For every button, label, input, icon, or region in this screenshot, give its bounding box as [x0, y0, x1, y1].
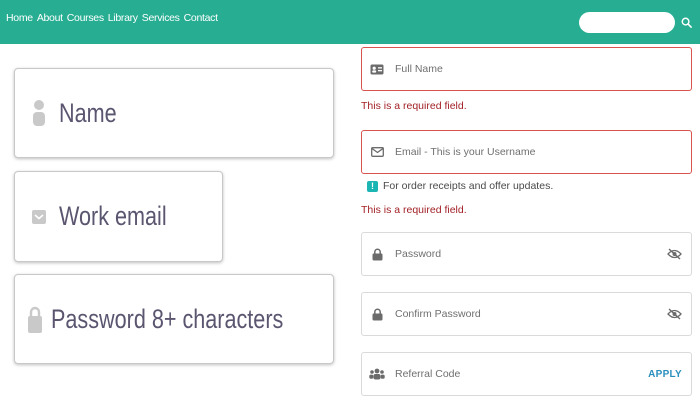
- search-button[interactable]: [678, 12, 694, 33]
- id-card-icon: [369, 64, 385, 75]
- confirm-password-placeholder: Confirm Password: [395, 308, 481, 320]
- name-field-label: Name: [59, 97, 117, 128]
- full-name-input[interactable]: Full Name: [361, 47, 692, 91]
- password-input[interactable]: Password: [361, 232, 692, 276]
- nav-link-courses[interactable]: Courses: [67, 12, 104, 24]
- envelope-icon: [27, 209, 51, 225]
- email-placeholder: Email - This is your Username: [395, 146, 536, 158]
- password-placeholder: Password: [395, 248, 442, 260]
- nav-link-services[interactable]: Services: [142, 12, 180, 24]
- lock-icon: [369, 308, 385, 321]
- apply-button[interactable]: APPLY: [648, 369, 682, 380]
- eye-slash-icon: [667, 248, 682, 260]
- toggle-password-visibility[interactable]: [667, 248, 682, 260]
- password-field-label: Password 8+ characters: [51, 303, 284, 334]
- email-error: This is a required field.: [361, 204, 467, 216]
- nav-link-contact[interactable]: Contact: [184, 12, 218, 24]
- name-field[interactable]: Name: [14, 68, 334, 158]
- email-input[interactable]: Email - This is your Username: [361, 130, 692, 174]
- lock-icon: [369, 248, 385, 261]
- users-icon: [369, 368, 385, 380]
- eye-slash-icon: [667, 308, 682, 320]
- password-field-large[interactable]: Password 8+ characters: [14, 274, 334, 364]
- nav-link-about[interactable]: About: [37, 12, 63, 24]
- nav-link-home[interactable]: Home: [6, 12, 33, 24]
- search-input[interactable]: [579, 12, 675, 33]
- user-icon: [27, 99, 51, 127]
- main-nav: Home About Courses Library Services Cont…: [6, 12, 218, 24]
- toggle-confirm-password-visibility[interactable]: [667, 308, 682, 320]
- full-name-error: This is a required field.: [361, 100, 467, 112]
- work-email-field-label: Work email: [59, 201, 167, 231]
- top-nav-bar: Home About Courses Library Services Cont…: [0, 0, 700, 44]
- lock-icon: [27, 304, 43, 334]
- referral-code-input[interactable]: Referral Code APPLY: [361, 352, 692, 396]
- envelope-icon: [369, 147, 385, 157]
- work-email-field[interactable]: Work email: [14, 171, 223, 262]
- nav-link-library[interactable]: Library: [108, 12, 138, 24]
- referral-code-placeholder: Referral Code: [395, 368, 461, 380]
- search-icon: [681, 17, 692, 28]
- email-hint-text: For order receipts and offer updates.: [383, 180, 554, 192]
- full-name-placeholder: Full Name: [395, 63, 443, 75]
- info-icon: !: [367, 180, 378, 192]
- email-hint: ! For order receipts and offer updates.: [367, 180, 553, 192]
- confirm-password-input[interactable]: Confirm Password: [361, 292, 692, 336]
